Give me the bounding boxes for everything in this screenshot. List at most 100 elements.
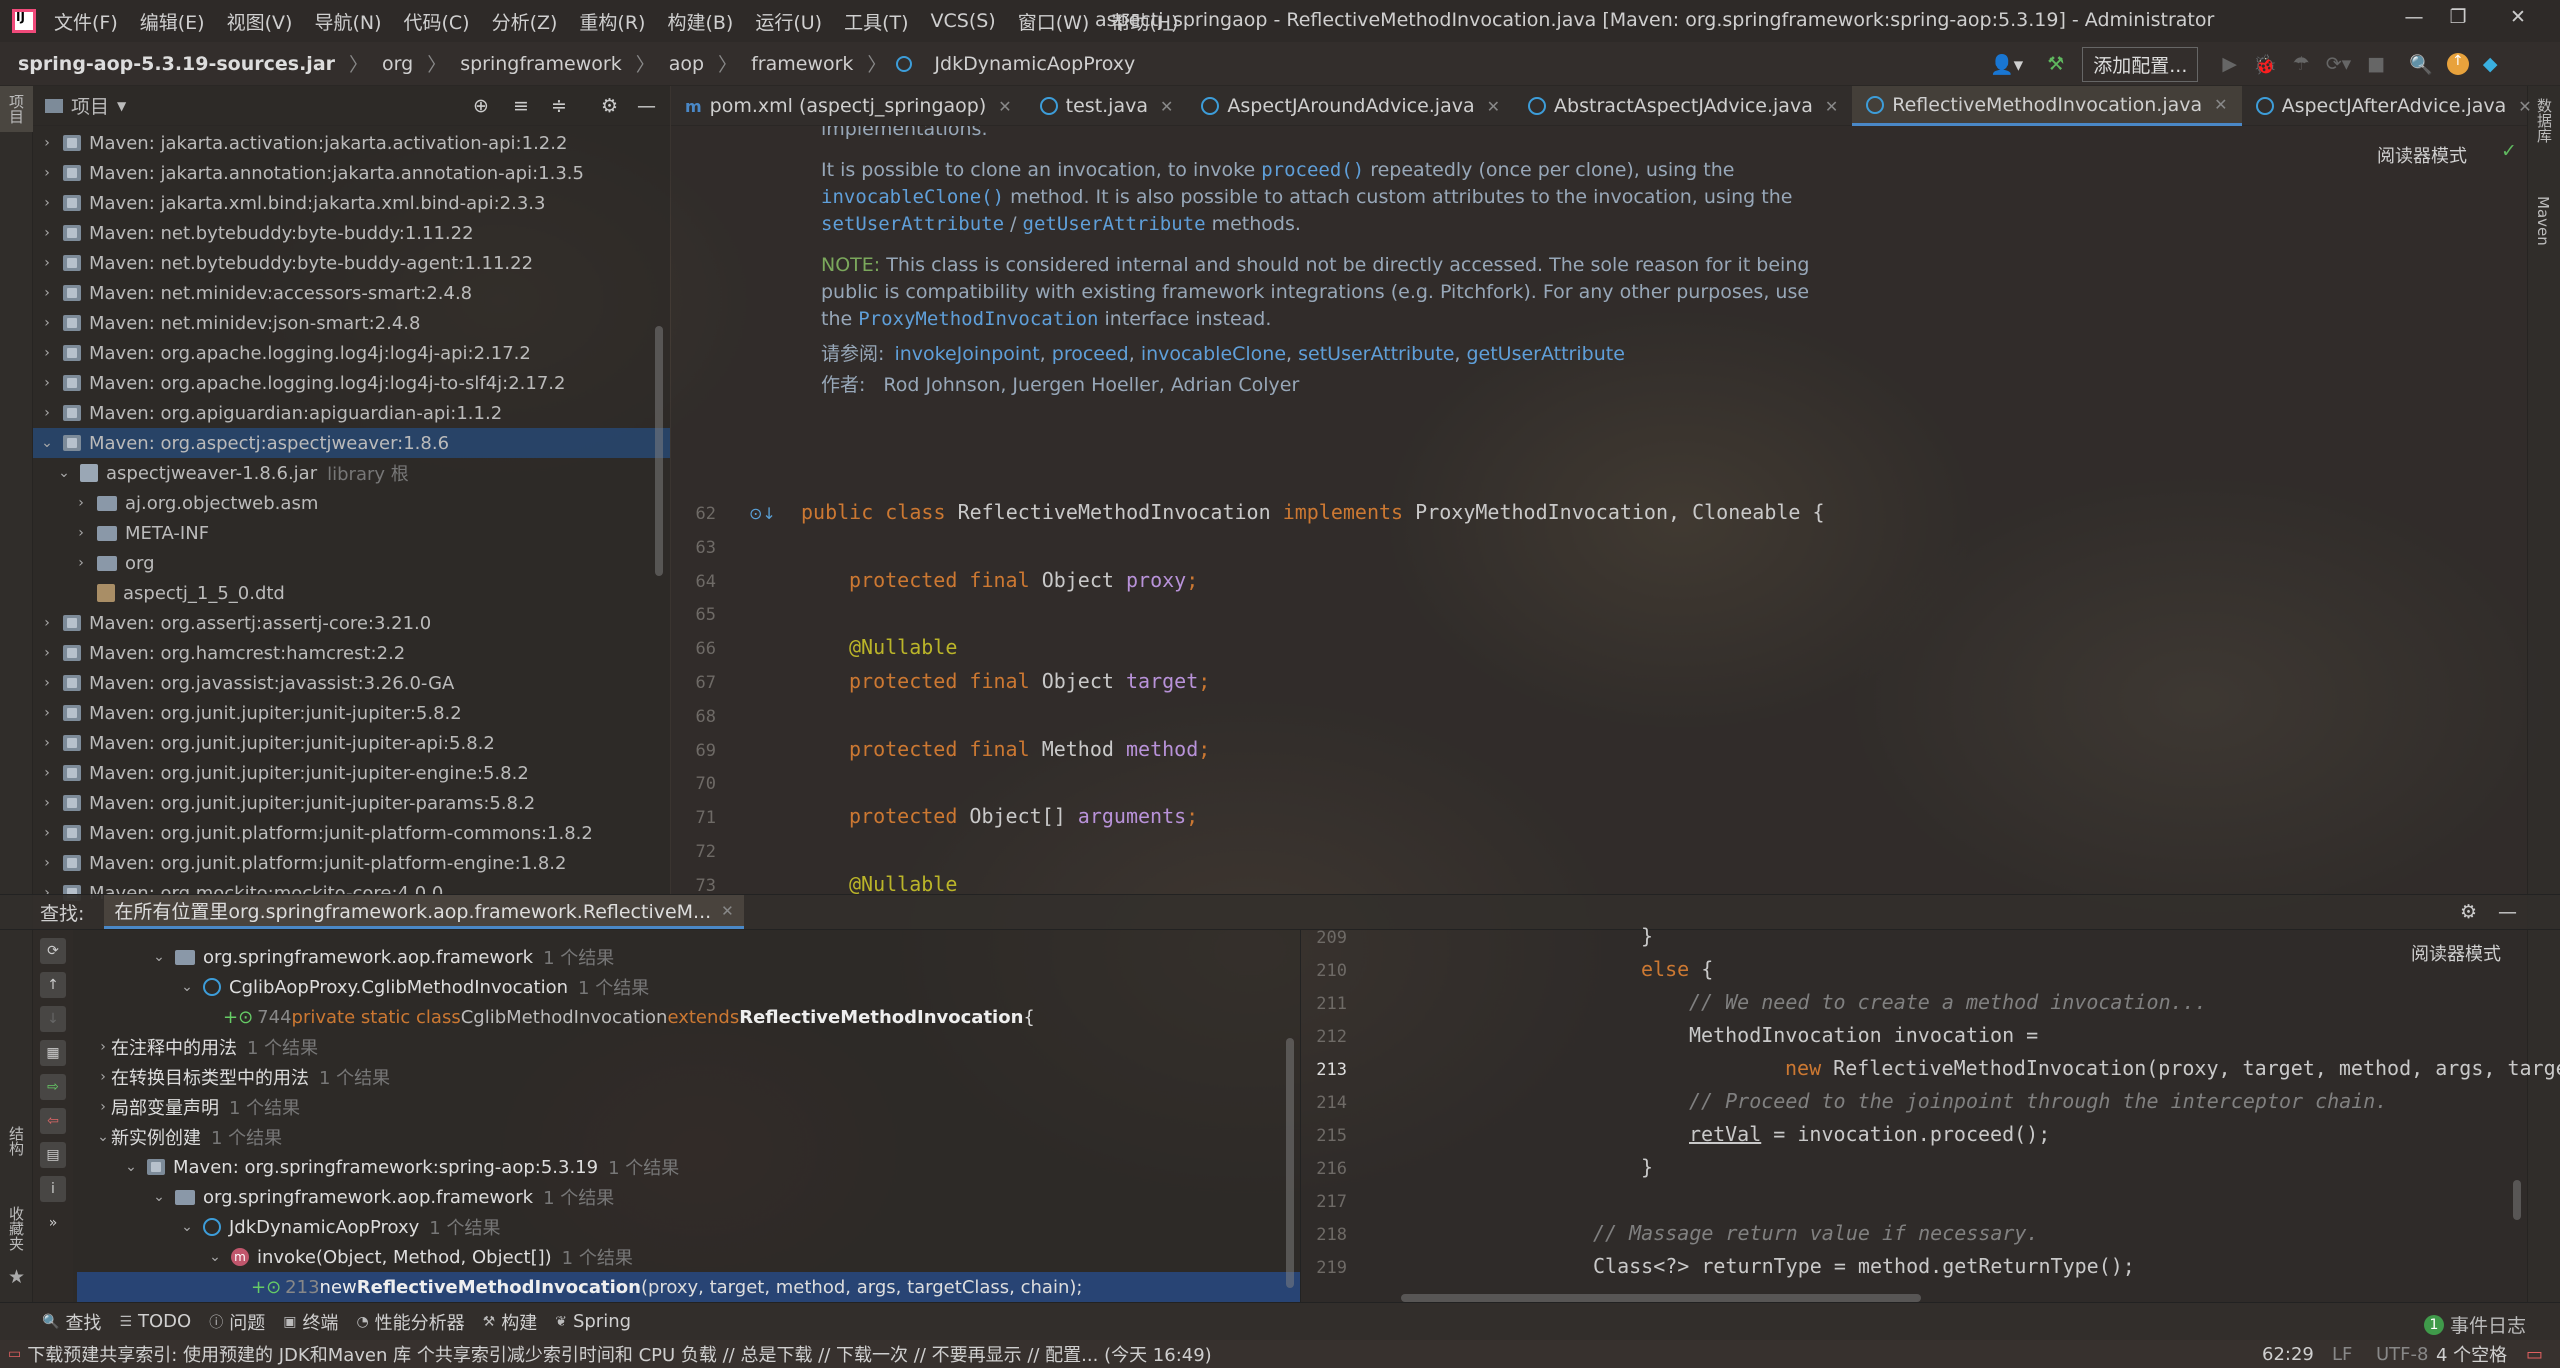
- code-line[interactable]: protected final Object proxy;: [849, 568, 1198, 592]
- project-tree-item[interactable]: › Maven: jakarta.annotation:jakarta.annot…: [33, 158, 670, 188]
- find-result-row[interactable]: › 在注释中的用法 1 个结果: [77, 1032, 1300, 1062]
- find-result-row[interactable]: ⌄ 新实例创建 1 个结果: [77, 1122, 1300, 1152]
- chevron-right-icon[interactable]: ›: [39, 675, 55, 691]
- chevron-right-icon[interactable]: ›: [39, 825, 55, 841]
- find-result-row[interactable]: ⌄ org.springframework.aop.framework 1 个结果: [77, 1182, 1300, 1212]
- find-result-row[interactable]: ⌄ JdkDynamicAopProxy 1 个结果: [77, 1212, 1300, 1242]
- caret-position[interactable]: 62:29: [2262, 1344, 2314, 1365]
- chevron-down-icon[interactable]: ⌄: [151, 1189, 167, 1205]
- menu-item[interactable]: 窗口(W): [1018, 8, 1090, 35]
- tool-window-button[interactable]: ☰ TODO: [119, 1311, 191, 1332]
- menu-item[interactable]: 代码(C): [403, 8, 469, 35]
- locate-icon[interactable]: ⊕: [473, 95, 489, 117]
- project-tree-item[interactable]: › Maven: net.minidev:json-smart:2.4.8: [33, 308, 670, 338]
- doc-link-get-user-attribute[interactable]: getUserAttribute: [1023, 213, 1206, 235]
- chevron-right-icon[interactable]: ›: [39, 765, 55, 781]
- see-link-invocable-clone[interactable]: invocableClone: [1141, 343, 1286, 365]
- preview-horizontal-scrollbar[interactable]: [1401, 1294, 1921, 1302]
- chevron-right-icon[interactable]: ›: [95, 1069, 111, 1085]
- chevron-right-icon[interactable]: ›: [39, 645, 55, 661]
- chevron-right-icon[interactable]: ›: [39, 705, 55, 721]
- close-tab-icon[interactable]: ✕: [721, 902, 734, 920]
- close-tab-icon[interactable]: ✕: [2214, 95, 2227, 114]
- chevron-right-icon[interactable]: ›: [39, 615, 55, 631]
- project-tree-item[interactable]: › Maven: org.hamcrest:hamcrest:2.2: [33, 638, 670, 668]
- build-hammer-icon[interactable]: ⚒: [2047, 53, 2064, 75]
- up-arrow-icon[interactable]: ↑: [40, 972, 66, 998]
- tool-window-button[interactable]: ⓘ 问题: [209, 1309, 265, 1335]
- close-tab-icon[interactable]: ✕: [1825, 97, 1838, 116]
- more-icon[interactable]: »: [40, 1210, 66, 1236]
- find-gear-icon[interactable]: ⚙: [2460, 901, 2477, 923]
- menu-item[interactable]: 导航(N): [314, 8, 381, 35]
- project-tree-item[interactable]: › Maven: jakarta.xml.bind:jakarta.xml.bin…: [33, 188, 670, 218]
- chevron-down-icon[interactable]: ⌄: [179, 979, 195, 995]
- chevron-right-icon[interactable]: ›: [73, 555, 89, 571]
- tool-window-button[interactable]: ⚒ 构建: [483, 1309, 538, 1335]
- preview-code-line[interactable]: Class<?> returnType = method.getReturnTy…: [1593, 1254, 2135, 1278]
- preview-code-line[interactable]: // Massage return value if necessary.: [1593, 1221, 2039, 1245]
- breadcrumb-item[interactable]: springframework: [460, 53, 621, 75]
- find-result-row[interactable]: ⌄ CglibAopProxy.CglibMethodInvocation 1 个结…: [77, 972, 1300, 1002]
- find-result-row[interactable]: +⊙ 213 new ReflectiveMethodInvocation (pro…: [77, 1272, 1300, 1302]
- see-link-invoke-joinpoint[interactable]: invokeJoinpoint: [894, 343, 1039, 365]
- see-link-get-user-attribute[interactable]: getUserAttribute: [1466, 343, 1624, 365]
- preview-code-line[interactable]: retVal = invocation.proceed();: [1689, 1122, 2050, 1146]
- code-line[interactable]: @Nullable: [849, 635, 957, 659]
- find-result-row[interactable]: +⊙ 744 private static class CglibMethodIn…: [77, 1002, 1300, 1032]
- chevron-down-icon[interactable]: ⌄: [179, 1219, 195, 1235]
- project-tree-item[interactable]: ⌄ aspectjweaver-1.8.6.jar library 根: [33, 458, 670, 488]
- chevron-down-icon[interactable]: ⌄: [56, 465, 72, 481]
- stop-icon[interactable]: ■: [2367, 53, 2385, 75]
- project-tool-button[interactable]: 项目: [0, 86, 33, 132]
- project-scrollbar[interactable]: [655, 326, 663, 576]
- breadcrumb-item[interactable]: aop: [669, 53, 704, 75]
- coverage-icon[interactable]: ☂: [2293, 53, 2310, 75]
- hide-panel-icon[interactable]: —: [637, 95, 656, 117]
- chevron-right-icon[interactable]: ›: [39, 225, 55, 241]
- project-tree-item[interactable]: › Maven: org.assertj:assertj-core:3.21.0: [33, 608, 670, 638]
- preview-code-line[interactable]: // We need to create a method invocation…: [1689, 990, 2207, 1014]
- search-everywhere-icon[interactable]: 🔍: [2409, 53, 2433, 76]
- project-tree-item[interactable]: › org: [33, 548, 670, 578]
- preview-code-line[interactable]: MethodInvocation invocation =: [1689, 1023, 2038, 1047]
- collapse-all-icon[interactable]: ≑: [551, 95, 567, 117]
- see-link-proceed[interactable]: proceed: [1052, 343, 1129, 365]
- find-result-row[interactable]: ⌄ m invoke(Object, Method, Object[]) 1 个结果: [77, 1242, 1300, 1272]
- tool-window-button[interactable]: ❦ Spring: [555, 1311, 631, 1332]
- project-tree-item[interactable]: › Maven: net.minidev:accessors-smart:2.4.…: [33, 278, 670, 308]
- project-tree-item[interactable]: › Maven: net.bytebuddy:byte-buddy:1.11.22: [33, 218, 670, 248]
- implementations-gutter-icon[interactable]: ⊙↓: [749, 504, 776, 523]
- expand-all-icon[interactable]: ≡: [513, 95, 529, 117]
- find-result-row[interactable]: ⌄ org.springframework.aop.framework 1 个结果: [77, 942, 1300, 972]
- restore-icon[interactable]: ❐: [2440, 6, 2476, 34]
- project-tree-item[interactable]: › Maven: org.apache.logging.log4j:log4j-t…: [33, 368, 670, 398]
- import-icon[interactable]: ⇨: [40, 1074, 66, 1100]
- close-tab-icon[interactable]: ✕: [998, 97, 1011, 116]
- chevron-right-icon[interactable]: ›: [39, 795, 55, 811]
- chevron-down-icon[interactable]: ⌄: [39, 435, 55, 451]
- chevron-right-icon[interactable]: ›: [39, 165, 55, 181]
- project-tree-item[interactable]: › META-INF: [33, 518, 670, 548]
- close-tab-icon[interactable]: ✕: [1160, 97, 1173, 116]
- update-icon[interactable]: ↑: [2446, 53, 2469, 75]
- menu-item[interactable]: 文件(F): [54, 8, 118, 35]
- project-tree-item[interactable]: › Maven: org.apache.logging.log4j:log4j-a…: [33, 338, 670, 368]
- project-tree-item[interactable]: › Maven: org.javassist:javassist:3.26.0-G…: [33, 668, 670, 698]
- chevron-right-icon[interactable]: ›: [39, 285, 55, 301]
- chevron-right-icon[interactable]: ›: [39, 855, 55, 871]
- rerun-icon[interactable]: ⟳: [40, 938, 66, 964]
- editor-tab[interactable]: AbstractAspectJAdvice.java ✕: [1514, 86, 1852, 126]
- preview-scrollbar[interactable]: [2513, 1180, 2521, 1220]
- project-tree-item[interactable]: › Maven: org.junit.jupiter:junit-jupiter-…: [33, 728, 670, 758]
- chevron-down-icon[interactable]: ▼: [117, 99, 126, 113]
- project-tree-item[interactable]: aspectj_1_5_0.dtd: [33, 578, 670, 608]
- project-view-dropdown[interactable]: 项目: [71, 92, 109, 119]
- chevron-right-icon[interactable]: ›: [39, 405, 55, 421]
- chevron-down-icon[interactable]: ⌄: [95, 1129, 111, 1145]
- menu-item[interactable]: 视图(V): [227, 8, 293, 35]
- close-tab-icon[interactable]: ✕: [1487, 97, 1500, 116]
- editor-tab[interactable]: AspectJAfterAdvice.java ✕: [2242, 86, 2546, 126]
- tool-window-button[interactable]: ▣ 终端: [283, 1309, 338, 1335]
- menu-item[interactable]: 分析(Z): [492, 8, 558, 35]
